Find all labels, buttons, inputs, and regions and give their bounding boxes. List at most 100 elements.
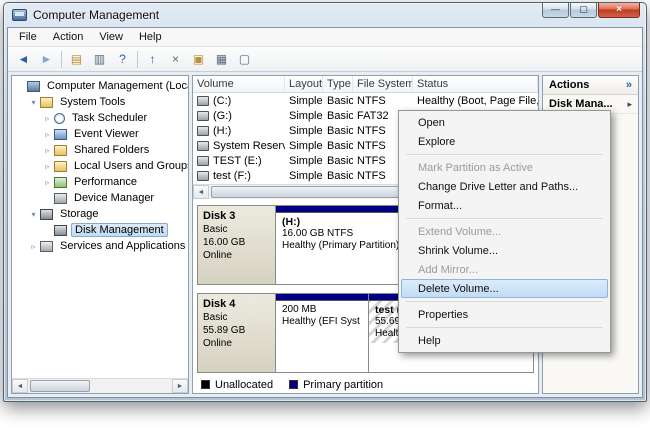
menu-help[interactable]: Help <box>131 29 170 45</box>
disk-state: Online <box>203 250 232 261</box>
expand-arrow-icon[interactable]: ▹ <box>42 130 53 139</box>
volume-list-header: Volume Layout Type File System Status <box>193 76 538 93</box>
tree-item-disk-management[interactable]: Disk Management <box>12 222 188 238</box>
export-list-icon[interactable]: ▥ <box>89 49 110 69</box>
menu-item-change-drive-letter-and-paths[interactable]: Change Drive Letter and Paths... <box>401 177 608 196</box>
scrollbar-thumb[interactable] <box>30 380 90 392</box>
scroll-left-icon[interactable]: ◄ <box>12 379 28 393</box>
volume-icon <box>197 95 209 106</box>
expand-arrow-icon[interactable]: ▾ <box>28 210 39 219</box>
column-header-file-system[interactable]: File System <box>353 76 413 92</box>
tree-item-event-viewer[interactable]: ▹ Event Viewer <box>12 126 188 142</box>
section-expand-icon[interactable]: ▸ <box>627 99 632 110</box>
menu-item-format[interactable]: Format... <box>401 196 608 215</box>
services-applications-icon <box>40 240 53 252</box>
scrollbar-track[interactable] <box>28 379 172 393</box>
show-console-tree-icon[interactable]: ▤ <box>66 49 87 69</box>
menu-item-add-mirror: Add Mirror... <box>418 264 478 276</box>
column-header-layout[interactable]: Layout <box>285 76 323 92</box>
tree-horizontal-scrollbar[interactable]: ◄ ► <box>12 378 188 393</box>
collapse-actions-icon[interactable]: » <box>626 79 632 91</box>
console-tree: Computer Management (Local ▾ System Tool… <box>12 76 188 378</box>
menu-item-delete-volume[interactable]: Delete Volume... <box>401 279 608 298</box>
delete-icon[interactable]: × <box>165 49 186 69</box>
shared-folders-icon <box>54 144 67 156</box>
expand-arrow-icon[interactable]: ▹ <box>28 242 39 251</box>
tree-item-label: Task Scheduler <box>72 112 148 124</box>
volume-icon <box>197 155 209 166</box>
scrollbar-thumb[interactable] <box>211 186 421 198</box>
volume-icon <box>197 140 209 151</box>
tree-item-local-users-and-groups[interactable]: ▹ Local Users and Groups <box>12 158 188 174</box>
menu-action[interactable]: Action <box>45 29 92 45</box>
volume-layout: Simple <box>289 109 323 122</box>
tree-item-label: Performance <box>74 176 137 188</box>
tree-item-computer-management[interactable]: Computer Management (Local <box>12 78 188 94</box>
menu-item-explore[interactable]: Explore <box>401 132 608 151</box>
volume-row[interactable]: (C:) Simple Basic NTFS Healthy (Boot, Pa… <box>193 93 538 108</box>
expand-arrow-icon[interactable]: ▹ <box>42 146 53 155</box>
volume-type: Basic <box>327 154 353 167</box>
device-manager-icon <box>54 192 67 204</box>
tree-item-shared-folders[interactable]: ▹ Shared Folders <box>12 142 188 158</box>
minimize-button[interactable]: — <box>542 3 569 18</box>
tree-item-label: Device Manager <box>74 192 155 204</box>
menu-item-mark-partition-as-active: Mark Partition as Active <box>418 162 533 174</box>
column-header-volume[interactable]: Volume <box>193 76 285 92</box>
expand-arrow-icon[interactable]: ▹ <box>42 178 53 187</box>
tree-item-label: Local Users and Groups <box>74 160 188 172</box>
partition-status: Healthy (EFI Syst <box>282 316 360 327</box>
storage-icon <box>40 208 53 220</box>
help-icon[interactable]: ? <box>112 49 133 69</box>
menu-item-properties[interactable]: Properties <box>401 305 608 324</box>
volume-name: (C:) <box>213 94 232 107</box>
tree-item-services-and-applications[interactable]: ▹ Services and Applications <box>12 238 188 254</box>
tree-item-task-scheduler[interactable]: ▹ Task Scheduler <box>12 110 188 126</box>
disk-management-icon <box>54 224 67 236</box>
volume-type: Basic <box>327 139 353 152</box>
legend-primary-partition: Primary partition <box>289 379 383 391</box>
column-header-status[interactable]: Status <box>413 76 538 92</box>
menu-item-open[interactable]: Open <box>401 113 608 132</box>
window-controls: — ▢ × <box>541 3 640 18</box>
window-title: Computer Management <box>33 8 160 22</box>
tree-item-device-manager[interactable]: Device Manager <box>12 190 188 206</box>
menu-file[interactable]: File <box>11 29 45 45</box>
titlebar[interactable]: Computer Management — ▢ × <box>4 3 646 27</box>
views-icon[interactable]: ▦ <box>211 49 232 69</box>
tree-item-performance[interactable]: ▹ Performance <box>12 174 188 190</box>
close-button[interactable]: × <box>598 3 640 18</box>
menu-item-shrink-volume[interactable]: Shrink Volume... <box>401 241 608 260</box>
maximize-button[interactable]: ▢ <box>570 3 597 18</box>
up-level-icon[interactable]: ↑ <box>142 49 163 69</box>
tree-item-storage[interactable]: ▾ Storage <box>12 206 188 222</box>
legend-label: Primary partition <box>303 378 384 391</box>
menu-separator <box>406 327 603 328</box>
forward-icon[interactable]: ► <box>36 49 57 69</box>
expand-arrow-icon[interactable]: ▹ <box>42 162 53 171</box>
tree-item-system-tools[interactable]: ▾ System Tools <box>12 94 188 110</box>
expand-arrow-icon[interactable]: ▹ <box>42 114 53 123</box>
menu-view[interactable]: View <box>91 29 131 45</box>
disk-3-header[interactable]: Disk 3 Basic 16.00 GB Online <box>198 206 276 284</box>
console-window-icon[interactable]: ▢ <box>234 49 255 69</box>
volume-icon <box>197 170 209 181</box>
volume-type: Basic <box>327 124 353 137</box>
menubar: File Action View Help <box>8 28 642 47</box>
scroll-right-icon[interactable]: ► <box>172 379 188 393</box>
disk-4-header[interactable]: Disk 4 Basic 55.89 GB Online <box>198 294 276 372</box>
volume-status: Healthy (Boot, Page File, Cr <box>417 94 538 107</box>
tree-item-label: Computer Management (Local <box>47 80 188 92</box>
tree-item-label: Disk Management <box>71 223 168 237</box>
legend-label: Unallocated <box>215 378 274 391</box>
tree-item-label: Event Viewer <box>74 128 139 140</box>
column-header-type[interactable]: Type <box>323 76 353 92</box>
partition-efi[interactable]: 200 MB Healthy (EFI Syst <box>276 294 368 372</box>
open-folder-icon[interactable]: ▣ <box>188 49 209 69</box>
unallocated-swatch <box>201 380 210 389</box>
scroll-left-icon[interactable]: ◄ <box>193 185 209 199</box>
back-icon[interactable]: ◄ <box>13 49 34 69</box>
menu-item-help[interactable]: Help <box>401 331 608 350</box>
menu-separator <box>406 218 603 219</box>
expand-arrow-icon[interactable]: ▾ <box>28 98 39 107</box>
